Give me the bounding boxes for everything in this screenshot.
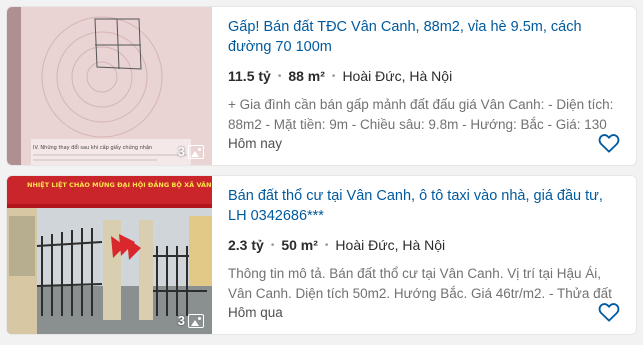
listing-title[interactable]: Bán đất thổ cư tại Vân Canh, ô tô taxi v… xyxy=(228,186,620,226)
listing-posted-date: Hôm qua xyxy=(228,304,283,320)
listing-description: + Gia đình cần bán gấp mảnh đất đấu giá … xyxy=(228,97,614,132)
listing-area: 50 m² xyxy=(281,237,318,253)
heart-outline-icon[interactable] xyxy=(598,302,620,322)
image-count-badge: 3 xyxy=(178,144,204,159)
listing-meta: 2.3 tỷ • 50 m² • Hoài Đức, Hà Nội xyxy=(228,237,620,253)
village-gate-photo: NHIỆT LIỆT CHÀO MỪNG ĐẠI HỘI ĐẢNG BỘ XÃ … xyxy=(7,176,212,334)
listing-card[interactable]: IV. Những thay đổi sau khi cấp giấy chứn… xyxy=(6,6,637,166)
thumbnail-caption: IV. Những thay đổi sau khi cấp giấy chứn… xyxy=(33,144,152,151)
listing-location: Hoài Đức, Hà Nội xyxy=(342,68,453,84)
banner-text: NHIỆT LIỆT CHÀO MỪNG ĐẠI HỘI ĐẢNG BỘ XÃ … xyxy=(27,179,212,189)
heart-outline-icon[interactable] xyxy=(598,133,620,153)
listing-title[interactable]: Gấp! Bán đất TĐC Vân Canh, 88m2, vỉa hè … xyxy=(228,17,620,57)
listing-thumbnail[interactable]: NHIỆT LIỆT CHÀO MỪNG ĐẠI HỘI ĐẢNG BỘ XÃ … xyxy=(7,176,212,334)
separator-dot: • xyxy=(277,70,282,82)
listing-price: 11.5 tỷ xyxy=(228,68,271,84)
separator-dot: • xyxy=(331,70,336,82)
listing-price: 2.3 tỷ xyxy=(228,237,264,253)
image-count: 3 xyxy=(177,313,185,328)
separator-dot: • xyxy=(270,239,275,251)
separator-dot: • xyxy=(324,239,329,251)
listing-meta: 11.5 tỷ • 88 m² • Hoài Đức, Hà Nội xyxy=(228,68,620,84)
listing-body: Bán đất thổ cư tại Vân Canh, ô tô taxi v… xyxy=(212,176,636,334)
listing-body: Gấp! Bán đất TĐC Vân Canh, 88m2, vỉa hè … xyxy=(212,7,636,165)
listing-list: IV. Những thay đổi sau khi cấp giấy chứn… xyxy=(0,0,643,345)
listing-posted-date: Hôm nay xyxy=(228,135,283,151)
listing-location: Hoài Đức, Hà Nội xyxy=(335,237,446,253)
listing-description: Thông tin mô tả. Bán đất thổ cư tại Vân … xyxy=(228,266,612,301)
listing-card[interactable]: NHIỆT LIỆT CHÀO MỪNG ĐẠI HỘI ĐẢNG BỘ XÃ … xyxy=(6,175,637,335)
listing-thumbnail[interactable]: IV. Những thay đổi sau khi cấp giấy chứn… xyxy=(7,7,212,165)
listing-footer: Hôm nay xyxy=(228,133,620,153)
image-count-badge: 3 xyxy=(178,313,204,328)
land-certificate-image: IV. Những thay đổi sau khi cấp giấy chứn… xyxy=(7,7,212,165)
image-stack-icon xyxy=(188,313,204,328)
image-stack-icon xyxy=(188,144,204,159)
listing-area: 88 m² xyxy=(288,68,325,84)
image-count: 3 xyxy=(177,144,185,159)
listing-footer: Hôm qua xyxy=(228,302,620,322)
